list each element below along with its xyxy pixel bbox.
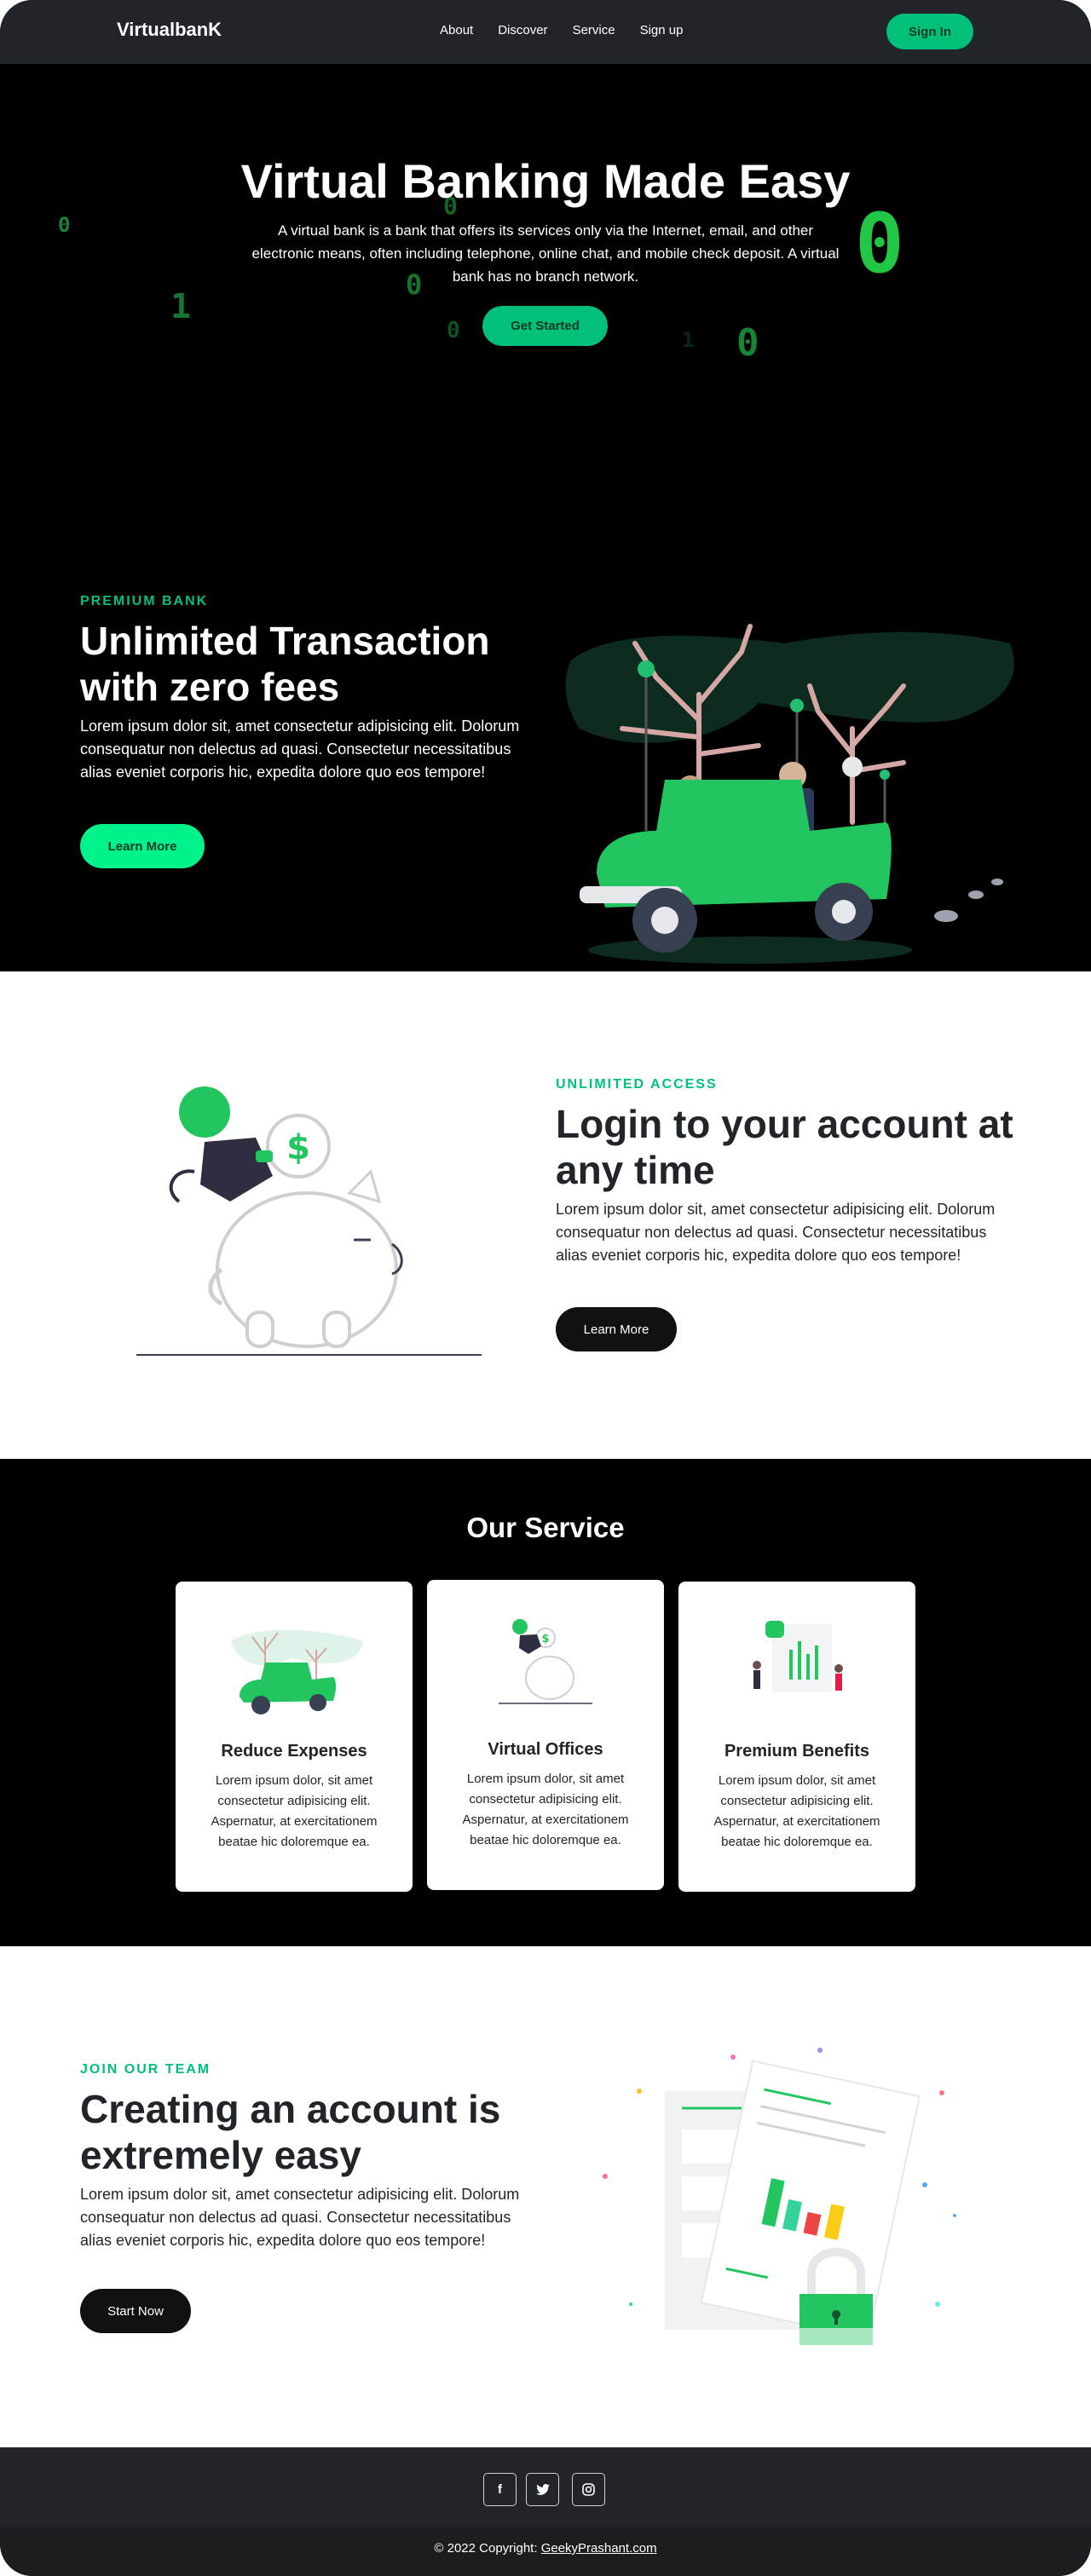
- start-now-button[interactable]: Start Now: [80, 2289, 191, 2333]
- facebook-icon[interactable]: f: [483, 2473, 517, 2506]
- nav-link-discover[interactable]: Discover: [498, 23, 547, 37]
- join-section: JOIN OUR TEAM Creating an account is ext…: [0, 1946, 1091, 2447]
- copyright: © 2022 Copyright: GeekyPrashant.com: [0, 2541, 1091, 2556]
- hero-title: Virtual Banking Made Easy: [240, 154, 851, 208]
- learn-more-button[interactable]: Learn More: [556, 1307, 677, 1351]
- get-started-button[interactable]: Get Started: [482, 306, 608, 346]
- twitter-icon[interactable]: [526, 2473, 559, 2506]
- binary-digit: 0: [736, 321, 759, 365]
- feature-eyebrow: UNLIMITED ACCESS: [556, 1077, 718, 1092]
- svg-text:$: $: [286, 1128, 310, 1167]
- footer: f © 2022 Copyright: GeekyPrashant.com: [0, 2447, 1091, 2576]
- feature-description: Lorem ipsum dolor sit, amet consectetur …: [80, 717, 520, 781]
- nav-link-service[interactable]: Service: [573, 23, 615, 37]
- feature-description: Lorem ipsum dolor sit, amet consectetur …: [80, 2186, 520, 2249]
- service-card-title: Virtual Offices: [488, 1740, 603, 1759]
- car-thumbnail-icon: [231, 1629, 363, 1714]
- feature-title: Unlimited Transaction with zero fees: [80, 618, 557, 710]
- service-card-text: Lorem ipsum dolor, sit amet consectetur …: [211, 1773, 378, 1849]
- signin-button[interactable]: Sign In: [886, 14, 973, 49]
- benefits-thumbnail-icon: [753, 1621, 843, 1692]
- feature-title-line: Creating an account is: [80, 2087, 501, 2131]
- copyright-text: © 2022 Copyright:: [434, 2541, 541, 2556]
- binary-digit: 1: [170, 287, 192, 326]
- feature-title-line: Unlimited Transaction: [80, 619, 490, 663]
- binary-digit: 0: [58, 213, 71, 237]
- services-section: Our Service Reduce Expenses Lorem ipsum …: [0, 1459, 1091, 1946]
- piggy-thumbnail-icon: $: [499, 1619, 592, 1704]
- service-card-text: Lorem ipsum dolor, sit amet consectetur …: [713, 1773, 880, 1849]
- brand-logo[interactable]: VirtualbanK: [117, 19, 222, 41]
- feature-description: Lorem ipsum dolor sit, amet consectetur …: [556, 1201, 996, 1264]
- twitter-bird-icon: [535, 2483, 550, 2495]
- hero-section: 0 1 0 0 0 0 0 1 Virtual Banking Made Eas…: [0, 64, 1091, 971]
- binary-digit: 0: [855, 196, 904, 291]
- feature-title-line: Login to your account at: [556, 1102, 1013, 1146]
- feature-title: Creating an account is extremely easy: [80, 2086, 557, 2178]
- feature-title: Login to your account at any time: [556, 1101, 1067, 1193]
- nav-link-about[interactable]: About: [440, 23, 473, 37]
- hero-description: A virtual bank is a bank that offers its…: [251, 222, 840, 285]
- services-title: Our Service: [466, 1512, 625, 1543]
- login-section: $ UNLIMITED ACCESS Login to your account…: [0, 971, 1091, 1459]
- feature-title-line: with zero fees: [80, 665, 340, 709]
- service-card[interactable]: Premium Benefits Lorem ipsum dolor, sit …: [678, 1582, 915, 1892]
- instagram-icon[interactable]: [572, 2473, 605, 2506]
- service-card[interactable]: Reduce Expenses Lorem ipsum dolor, sit a…: [176, 1582, 413, 1892]
- feature-eyebrow: JOIN OUR TEAM: [80, 2062, 211, 2077]
- navbar: VirtualbanK About Discover Service Sign …: [0, 0, 1091, 64]
- copyright-link[interactable]: GeekyPrashant.com: [541, 2541, 657, 2556]
- service-card[interactable]: $ Virtual Offices Lorem ipsum dolor, sit…: [427, 1580, 664, 1890]
- learn-more-button[interactable]: Learn More: [80, 824, 205, 868]
- nav-link-signup[interactable]: Sign up: [640, 23, 684, 37]
- service-card-title: Premium Benefits: [724, 1742, 870, 1761]
- service-card-text: Lorem ipsum dolor, sit amet consectetur …: [462, 1772, 629, 1847]
- nav-links: About Discover Service Sign up: [440, 23, 707, 37]
- feature-title-line: any time: [556, 1148, 715, 1192]
- piggy-bank-illustration: $: [136, 1086, 482, 1356]
- service-card-title: Reduce Expenses: [221, 1742, 367, 1761]
- binary-digit: 1: [682, 328, 695, 352]
- binary-digit: 0: [447, 318, 460, 343]
- documents-illustration: [603, 2048, 956, 2345]
- instagram-glyph-icon: [582, 2483, 595, 2496]
- svg-text:$: $: [541, 1633, 549, 1645]
- feature-title-line: extremely easy: [80, 2133, 361, 2177]
- page: VirtualbanK About Discover Service Sign …: [0, 0, 1091, 2576]
- feature-eyebrow: PREMIUM BANK: [80, 594, 209, 608]
- car-illustration: [565, 624, 1014, 964]
